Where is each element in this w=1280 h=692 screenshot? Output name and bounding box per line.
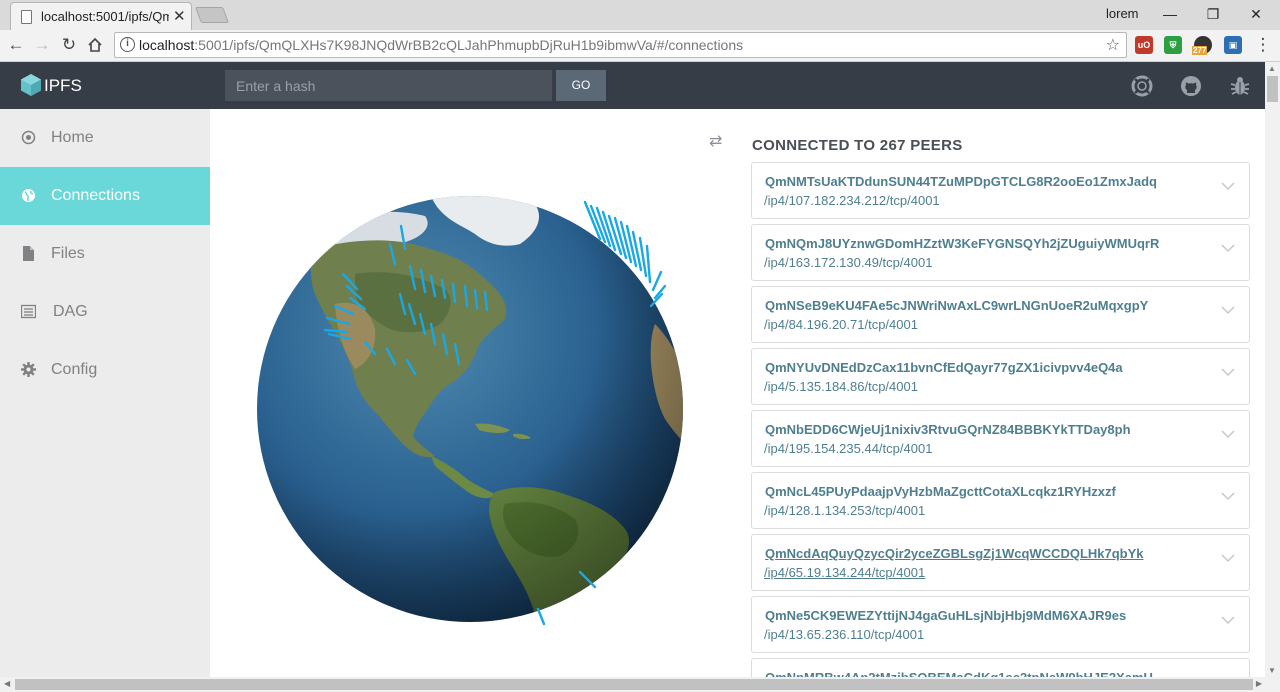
scrollbar-thumb[interactable] <box>15 679 1253 690</box>
sidebar-item-label: Connections <box>51 187 140 204</box>
brand-name[interactable]: IPFS <box>44 76 82 96</box>
peer-id[interactable]: QmNMTsUaKTDdunSUN44TZuMPDpGTCLG8R2ooEo1Z… <box>765 174 1157 189</box>
browser-toolbar: ← → ↻ i localhost:5001/ipfs/QmQLXHs7K98J… <box>0 30 1280 62</box>
bug-report-icon[interactable] <box>1229 75 1251 97</box>
peer-address[interactable]: /ip4/65.19.134.244/tcp/4001 <box>764 565 925 580</box>
minimize-button[interactable]: — <box>1150 2 1190 26</box>
peers-count-title: CONNECTED TO 267 PEERS <box>752 137 963 154</box>
peer-address[interactable]: /ip4/195.154.235.44/tcp/4001 <box>764 441 932 456</box>
scroll-up-icon[interactable]: ▲ <box>1268 64 1276 73</box>
save-extension-icon[interactable]: ▣ <box>1224 36 1242 54</box>
vertical-scrollbar[interactable]: ▲ ▼ <box>1265 62 1280 677</box>
ipfs-logo-icon[interactable] <box>20 73 42 97</box>
peer-card[interactable]: QmNYUvDNEdDzCax11bvnCfEdQayr77gZX1icivpv… <box>751 348 1250 405</box>
tab-title: localhost:5001/ipfs/Qm <box>41 9 169 24</box>
bookmark-star-icon[interactable]: ☆ <box>1106 35 1120 55</box>
url-text[interactable]: localhost:5001/ipfs/QmQLXHs7K98JNQdWrBB2… <box>139 37 743 53</box>
chevron-down-icon[interactable] <box>1221 551 1235 565</box>
info-icon[interactable]: i <box>120 37 135 52</box>
sidebar-item-label: Config <box>51 361 98 378</box>
peer-id[interactable]: QmNYUvDNEdDzCax11bvnCfEdQayr77gZX1icivpv… <box>765 360 1123 375</box>
peer-id[interactable]: QmNcdAqQuyQzycQir2yceZGBLsgZj1WcqWCCDQLH… <box>765 546 1144 561</box>
sidebar-item-label: DAG <box>53 303 88 320</box>
sidebar-item-files[interactable]: Files <box>0 225 210 283</box>
sidebar-item-label: Files <box>51 245 85 262</box>
sidebar-item-dag[interactable]: DAG <box>0 283 210 341</box>
peer-address[interactable]: /ip4/107.182.234.212/tcp/4001 <box>764 193 940 208</box>
sidebar-item-label: Home <box>51 129 94 146</box>
ipfs-companion-extension-icon[interactable]: 277 <box>1192 36 1212 55</box>
peer-address[interactable]: /ip4/163.172.130.49/tcp/4001 <box>764 255 932 270</box>
connections-page: ⇄ CONNECTED TO 267 PEERS QmNMTsUaKTDdunS… <box>210 109 1265 692</box>
home-icon[interactable] <box>84 34 106 56</box>
peer-id[interactable]: QmNQmJ8UYznwGDomHZztW3KeFYGNSQYh2jZUguiy… <box>765 236 1159 251</box>
go-button[interactable]: GO <box>556 70 606 101</box>
peer-address[interactable]: /ip4/5.135.184.86/tcp/4001 <box>764 379 918 394</box>
browser-tab[interactable]: localhost:5001/ipfs/Qm ✕ <box>10 2 192 30</box>
peer-address[interactable]: /ip4/13.65.236.110/tcp/4001 <box>764 627 924 642</box>
ublock-extension-icon[interactable]: uO <box>1135 36 1153 54</box>
peer-card[interactable]: QmNe5CK9EWEZYttijNJ4gaGuHLsjNbjHbj9MdM6X… <box>751 596 1250 653</box>
horizontal-scrollbar[interactable]: ◀ ▶ <box>0 677 1280 692</box>
peer-address[interactable]: /ip4/128.1.134.253/tcp/4001 <box>764 503 925 518</box>
chevron-down-icon[interactable] <box>1221 365 1235 379</box>
new-tab-button[interactable] <box>195 7 229 23</box>
browser-titlebar: localhost:5001/ipfs/Qm ✕ lorem — ❐ ✕ <box>0 0 1280 30</box>
peer-card[interactable]: QmNMTsUaKTDdunSUN44TZuMPDpGTCLG8R2ooEo1Z… <box>751 162 1250 219</box>
gear-icon <box>21 362 36 377</box>
peer-card[interactable]: QmNcL45PUyPdaajpVyHzbMaZgcttCotaXLcqkz1R… <box>751 472 1250 529</box>
peer-card[interactable]: QmNbEDD6CWjeUj1nixiv3RtvuGQrNZ84BBBKYkTT… <box>751 410 1250 467</box>
scrollbar-thumb[interactable] <box>1267 76 1278 102</box>
home-target-icon <box>21 130 36 145</box>
back-button[interactable]: ← <box>5 34 27 56</box>
file-icon <box>23 246 34 261</box>
peer-id[interactable]: QmNSeB9eKU4FAe5cJNWriNwAxLC9wrLNGnUoeR2u… <box>765 298 1148 313</box>
shield-extension-icon[interactable]: ⛨ <box>1164 36 1182 54</box>
peer-id[interactable]: QmNcL45PUyPdaajpVyHzbMaZgcttCotaXLcqkz1R… <box>765 484 1116 499</box>
chevron-down-icon[interactable] <box>1221 613 1235 627</box>
chevron-down-icon[interactable] <box>1221 241 1235 255</box>
scroll-down-icon[interactable]: ▼ <box>1268 666 1276 675</box>
chevron-down-icon[interactable] <box>1221 303 1235 317</box>
sidebar: Home Connections Files DAG Config <box>0 109 210 692</box>
extension-badge: 277 <box>1192 46 1208 55</box>
forward-button[interactable]: → <box>31 34 53 56</box>
peer-card[interactable]: QmNSeB9eKU4FAe5cJNWriNwAxLC9wrLNGnUoeR2u… <box>751 286 1250 343</box>
sidebar-item-config[interactable]: Config <box>0 341 210 399</box>
github-icon[interactable] <box>1180 75 1202 97</box>
peer-card[interactable]: QmNcdAqQuyQzycQir2yceZGBLsgZj1WcqWCCDQLH… <box>751 534 1250 591</box>
browser-user-name[interactable]: lorem <box>1106 6 1139 21</box>
reload-button[interactable]: ↻ <box>58 34 80 56</box>
chevron-down-icon[interactable] <box>1221 427 1235 441</box>
globe-icon <box>22 189 35 202</box>
help-lifebuoy-icon[interactable] <box>1131 75 1153 97</box>
scroll-right-icon[interactable]: ▶ <box>1256 679 1262 688</box>
peer-globe[interactable] <box>255 194 695 634</box>
chevron-down-icon[interactable] <box>1221 179 1235 193</box>
page-icon <box>21 10 32 24</box>
scroll-left-icon[interactable]: ◀ <box>4 679 10 688</box>
restore-button[interactable]: ❐ <box>1193 2 1233 26</box>
hash-search-input[interactable] <box>225 70 552 101</box>
close-window-button[interactable]: ✕ <box>1236 2 1276 26</box>
peer-card[interactable]: QmNQmJ8UYznwGDomHZztW3KeFYGNSQYh2jZUguiy… <box>751 224 1250 281</box>
swap-view-icon[interactable]: ⇄ <box>709 131 722 151</box>
address-bar[interactable]: i localhost:5001/ipfs/QmQLXHs7K98JNQdWrB… <box>114 32 1127 58</box>
close-tab-icon[interactable]: ✕ <box>173 7 186 25</box>
peer-id[interactable]: QmNbEDD6CWjeUj1nixiv3RtvuGQrNZ84BBBKYkTT… <box>765 422 1131 437</box>
menu-icon[interactable]: ⋮ <box>1252 34 1274 56</box>
list-box-icon <box>21 304 36 319</box>
app-header: IPFS GO <box>0 62 1265 109</box>
peer-id[interactable]: QmNe5CK9EWEZYttijNJ4gaGuHLsjNbjHbj9MdM6X… <box>765 608 1126 623</box>
peer-address[interactable]: /ip4/84.196.20.71/tcp/4001 <box>764 317 918 332</box>
chevron-down-icon[interactable] <box>1221 489 1235 503</box>
sidebar-item-connections[interactable]: Connections <box>0 167 210 225</box>
sidebar-item-home[interactable]: Home <box>0 109 210 167</box>
